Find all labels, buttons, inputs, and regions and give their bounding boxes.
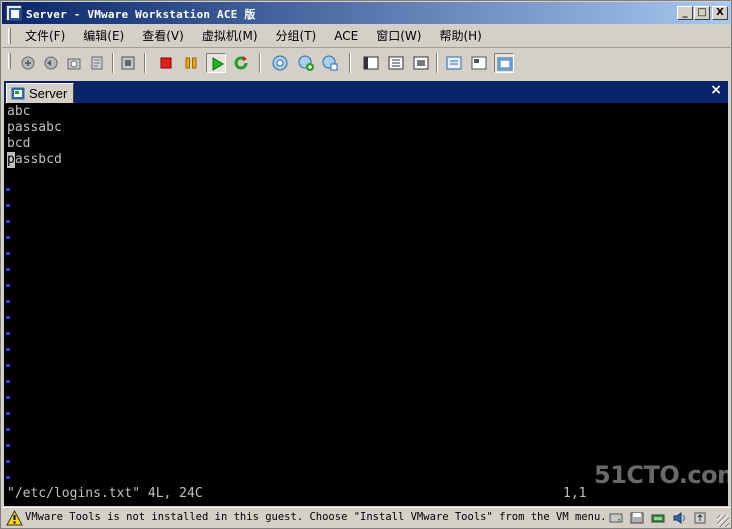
summary-icon[interactable]	[444, 53, 464, 73]
power-on-icon[interactable]	[206, 53, 226, 73]
appliance-view-icon[interactable]	[494, 53, 514, 73]
vim-file-status: "/etc/logins.txt" 4L, 24C	[7, 486, 203, 501]
print-icon[interactable]	[118, 53, 138, 73]
sidebar-icon[interactable]	[361, 53, 381, 73]
status-message: VMware Tools is not installed in this gu…	[25, 511, 607, 523]
menu-window[interactable]: 窗口(W)	[367, 28, 430, 44]
tab-label: Server	[29, 86, 68, 101]
vm-console[interactable]: abc passabc bcd passbcd p 51CTO.com "/et…	[4, 103, 728, 506]
usb-icon[interactable]	[692, 510, 708, 526]
menu-grip[interactable]	[8, 28, 11, 44]
sound-icon[interactable]	[671, 510, 687, 526]
tab-server[interactable]: Server	[6, 83, 74, 103]
full-screen-icon[interactable]	[411, 53, 431, 73]
toolbar-separator	[112, 53, 114, 73]
snapshot-icon[interactable]	[18, 53, 38, 73]
close-tab-icon[interactable]: ×	[710, 82, 722, 98]
reset-icon[interactable]	[231, 53, 251, 73]
toolbar	[2, 49, 731, 77]
cursor-char: p	[7, 152, 15, 167]
menu-view[interactable]: 查看(V)	[133, 28, 193, 44]
title-bar[interactable]: Server - VMware Workstation ACE 版 _ □ X	[2, 2, 731, 24]
status-bar: VMware Tools is not installed in this gu…	[2, 507, 731, 528]
menu-edit[interactable]: 编辑(E)	[74, 28, 133, 44]
quick-switch-icon[interactable]	[386, 53, 406, 73]
vm-icon	[11, 87, 25, 100]
hard-disk-icon[interactable]	[608, 510, 624, 526]
menu-ace[interactable]: ACE	[325, 28, 367, 44]
vim-tilde-column	[6, 175, 10, 485]
revert-snapshot-icon[interactable]	[41, 53, 61, 73]
vmware-window: Server - VMware Workstation ACE 版 _ □ X …	[0, 0, 732, 529]
vim-cursor-position: 1,1	[563, 486, 587, 501]
menu-team[interactable]: 分组(T)	[267, 28, 326, 44]
network-icon[interactable]	[650, 510, 666, 526]
menu-vm[interactable]: 虚拟机(M)	[193, 28, 267, 44]
snapshot-manager-icon[interactable]	[87, 53, 107, 73]
menu-bar: 文件(F) 编辑(E) 查看(V) 虚拟机(M) 分组(T) ACE 窗口(W)…	[2, 24, 731, 48]
tab-bar: Server ×	[4, 81, 728, 103]
window-title: Server - VMware Workstation ACE 版	[26, 8, 256, 21]
take-snapshot-icon[interactable]	[64, 53, 84, 73]
team-add-icon[interactable]	[296, 53, 316, 73]
team-icon[interactable]	[270, 53, 290, 73]
toolbar-grip[interactable]	[8, 53, 11, 69]
maximize-button[interactable]: □	[694, 6, 710, 20]
warning-icon	[6, 510, 23, 526]
toolbar-separator	[259, 53, 261, 73]
resize-grip[interactable]	[717, 515, 729, 527]
floppy-icon[interactable]	[629, 510, 645, 526]
console-icon[interactable]	[469, 53, 489, 73]
console-line: abc	[7, 104, 31, 119]
console-line: bcd	[7, 136, 31, 151]
toolbar-separator	[436, 53, 438, 73]
minimize-button[interactable]: _	[677, 6, 693, 20]
vmware-app-icon	[6, 5, 22, 21]
toolbar-separator	[349, 53, 351, 73]
team-remove-icon[interactable]	[320, 53, 340, 73]
watermark: 51CTO.com	[594, 461, 728, 489]
menu-help[interactable]: 帮助(H)	[430, 28, 490, 44]
console-line: passbcd	[7, 152, 62, 167]
power-off-icon[interactable]	[156, 53, 176, 73]
console-line: passabc	[7, 120, 62, 135]
close-button[interactable]: X	[712, 6, 728, 20]
toolbar-separator	[144, 53, 146, 73]
pause-icon[interactable]	[181, 53, 201, 73]
menu-file[interactable]: 文件(F)	[16, 28, 74, 44]
